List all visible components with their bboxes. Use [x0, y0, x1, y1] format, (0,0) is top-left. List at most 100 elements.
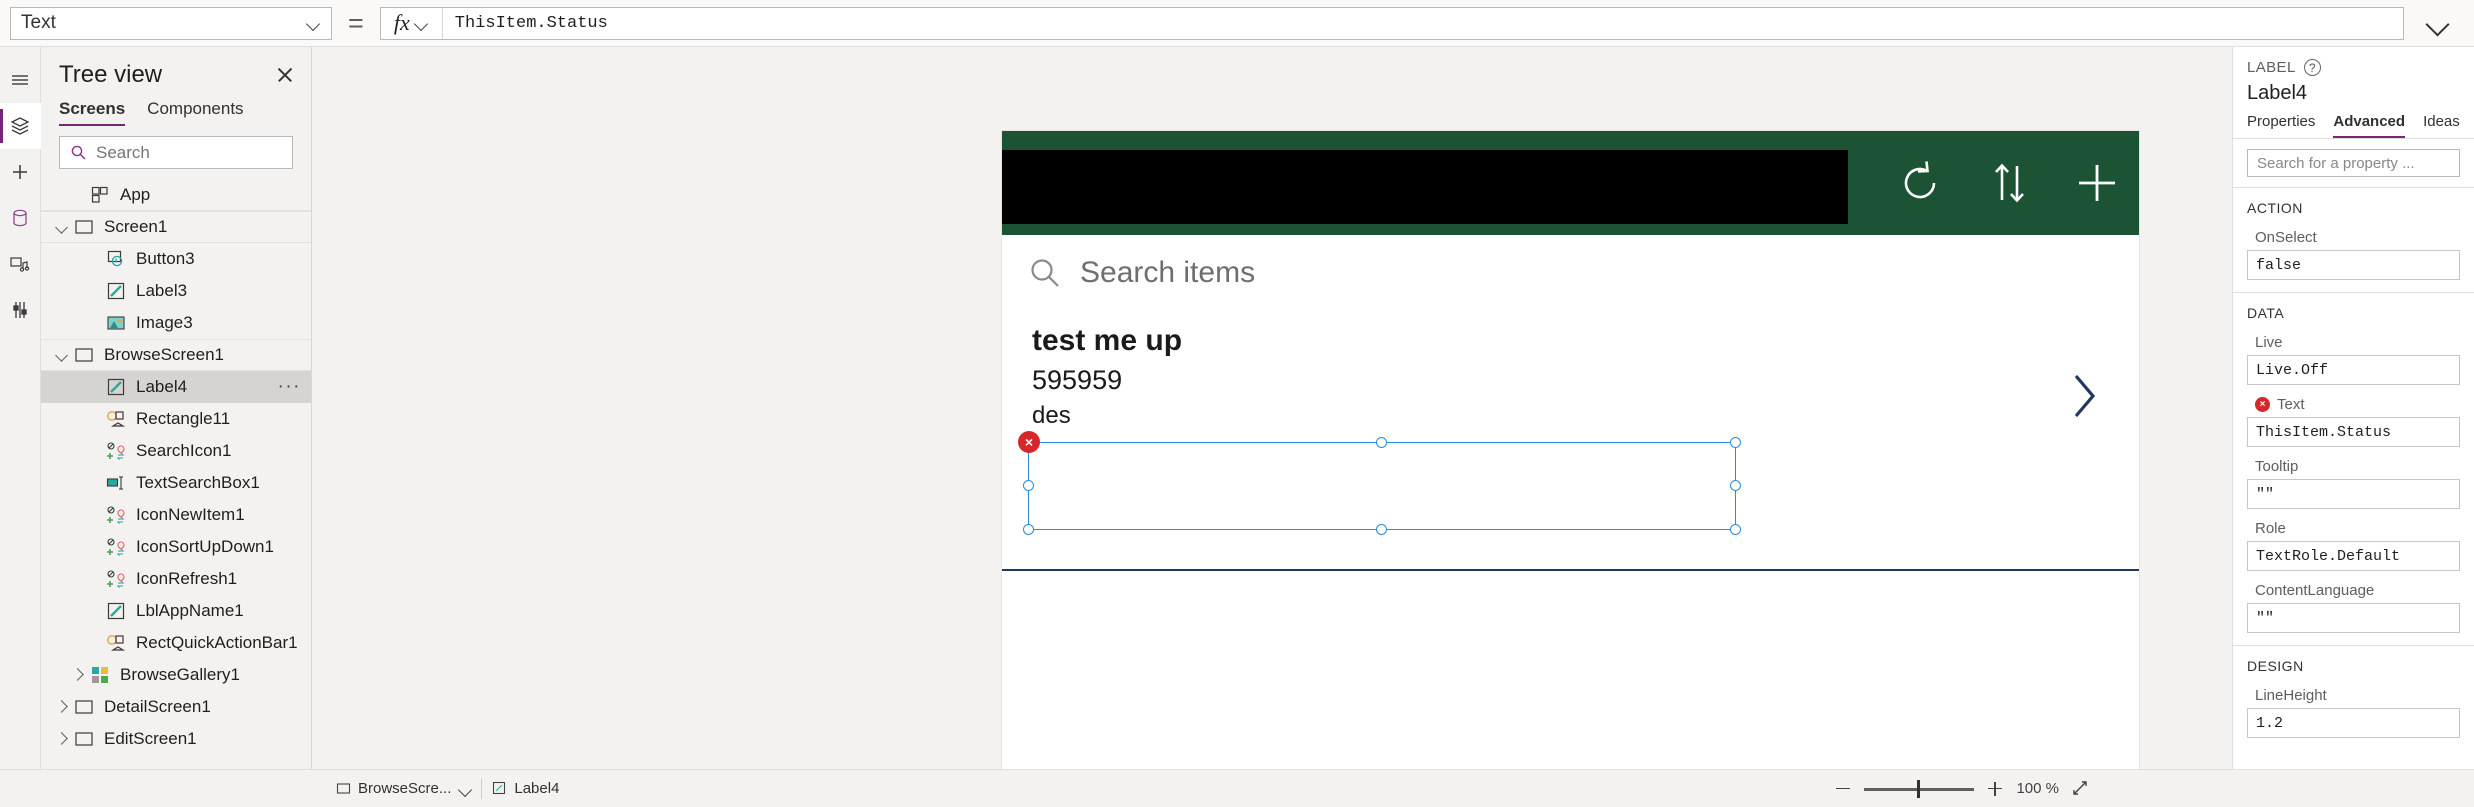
fx-icon: fx — [393, 10, 410, 35]
formula-input-wrapper[interactable]: fx ThisItem.Status — [379, 6, 2404, 40]
zoom-slider-thumb[interactable] — [1917, 779, 1920, 798]
tree-item-rectquickactionbar1[interactable]: RectQuickActionBar1 — [41, 627, 311, 659]
chevron-down-icon[interactable] — [51, 344, 73, 366]
tree-item-screen1[interactable]: Screen1 — [41, 211, 311, 243]
tree-search-input[interactable]: Search — [59, 136, 293, 169]
tree-view-tabs: Screens Components — [41, 95, 311, 126]
tree-item-editscreen1[interactable]: EditScreen1 — [41, 723, 311, 755]
property-field-tooltip: Tooltip "" — [2233, 449, 2474, 511]
search-bar[interactable]: Search items — [1002, 235, 2139, 310]
resize-handle-bottom-left[interactable] — [1023, 524, 1034, 535]
tree-item-lblappname1[interactable]: LblAppName1 — [41, 595, 311, 627]
tab-properties[interactable]: Properties — [2247, 113, 2315, 138]
property-select[interactable]: Text — [10, 6, 332, 40]
tree-item-label: LblAppName1 — [136, 601, 244, 620]
help-icon[interactable]: ? — [2303, 59, 2321, 76]
insert-icon[interactable] — [0, 149, 41, 195]
zoom-in-button[interactable] — [1985, 779, 2005, 799]
refresh-icon[interactable] — [1893, 156, 1947, 210]
resize-handle-bottom-right[interactable] — [1730, 524, 1741, 535]
tab-screens[interactable]: Screens — [59, 99, 126, 126]
chevron-down-icon[interactable] — [51, 216, 73, 238]
screen-icon — [73, 216, 95, 238]
property-search-wrapper: Search for a property ... — [2233, 139, 2474, 188]
chevron-down-icon[interactable] — [458, 782, 471, 795]
property-label: OnSelect — [2255, 229, 2317, 246]
chevron-down-icon — [414, 16, 429, 31]
sort-updown-icon[interactable] — [1989, 156, 2029, 210]
data-icon[interactable] — [0, 195, 41, 241]
properties-panel: LABEL ? Label4 Properties Advanced Ideas… — [2232, 47, 2474, 769]
zoom-slider[interactable] — [1864, 779, 1975, 799]
tab-advanced[interactable]: Advanced — [2333, 113, 2405, 138]
chevron-right-icon[interactable] — [51, 728, 73, 750]
resize-handle-top-right[interactable] — [1730, 437, 1741, 448]
settings-icon[interactable] — [0, 287, 41, 333]
tree-item-detailscreen1[interactable]: DetailScreen1 — [41, 691, 311, 723]
tree-twisty-spacer — [83, 376, 105, 398]
tree-search-wrapper: Search — [41, 126, 311, 177]
tree-item-label4[interactable]: Label4 ··· — [41, 371, 311, 403]
status-control-chip[interactable]: Label4 — [482, 776, 569, 802]
tree-item-more-icon[interactable]: ··· — [278, 376, 301, 398]
hamburger-menu-icon[interactable] — [0, 57, 41, 103]
fit-to-screen-icon[interactable] — [2070, 778, 2092, 800]
chevron-down-icon — [2425, 10, 2451, 36]
tree-item-label3[interactable]: Label3 — [41, 275, 311, 307]
canvas-area[interactable]: Search items test me up 595959 des × — [312, 47, 2232, 769]
label-icon — [493, 781, 506, 795]
icon-icon — [105, 568, 127, 590]
browse-gallery[interactable]: test me up 595959 des × — [1002, 310, 2139, 571]
left-rail — [0, 47, 41, 769]
close-icon[interactable] — [273, 63, 297, 87]
add-new-item-icon[interactable] — [2071, 156, 2123, 210]
zoom-out-button[interactable] — [1833, 779, 1853, 799]
gallery-item[interactable]: test me up 595959 des — [1002, 322, 2139, 431]
tree-item-iconrefresh1[interactable]: IconRefresh1 — [41, 563, 311, 595]
media-icon[interactable] — [0, 241, 41, 287]
tree-item-iconnewitem1[interactable]: IconNewItem1 — [41, 499, 311, 531]
label-icon — [105, 600, 127, 622]
property-error-icon[interactable]: × — [2255, 397, 2270, 412]
editor-body: Tree view Screens Components Search App S… — [0, 47, 2474, 769]
tree-view-icon[interactable] — [0, 103, 41, 149]
tree-list: App Screen1 Button3 Label3 Image3 BrowseScree… — [41, 177, 311, 769]
control-error-badge[interactable]: × — [1018, 431, 1040, 453]
tree-item-button3[interactable]: Button3 — [41, 243, 311, 275]
next-item-chevron-icon[interactable] — [2067, 368, 2101, 429]
property-search-input[interactable]: Search for a property ... — [2247, 149, 2460, 177]
chevron-right-icon[interactable] — [51, 696, 73, 718]
tree-item-label: App — [120, 184, 151, 204]
property-field-role: Role TextRole.Default — [2233, 511, 2474, 573]
resize-handle-middle-right[interactable] — [1730, 480, 1741, 491]
tree-item-textsearchbox1[interactable]: TextSearchBox1 — [41, 467, 311, 499]
tab-ideas[interactable]: Ideas — [2423, 113, 2460, 138]
property-value-input[interactable]: "" — [2247, 479, 2460, 509]
resize-handle-top-center[interactable] — [1376, 437, 1387, 448]
resize-handle-bottom-center[interactable] — [1376, 524, 1387, 535]
tree-item-iconsortupdown1[interactable]: IconSortUpDown1 — [41, 531, 311, 563]
tree-item-browsescreen1[interactable]: BrowseScreen1 — [41, 339, 311, 371]
tree-item-browsegallery1[interactable]: BrowseGallery1 — [41, 659, 311, 691]
tree-item-app[interactable]: App — [41, 179, 311, 211]
resize-handle-middle-left[interactable] — [1023, 480, 1034, 491]
tree-item-searchicon1[interactable]: SearchIcon1 — [41, 435, 311, 467]
property-value-input[interactable]: false — [2247, 250, 2460, 280]
property-value-input[interactable]: "" — [2247, 603, 2460, 633]
status-screen-chip[interactable]: BrowseScre... — [326, 776, 481, 802]
zoom-value: 100 % — [2016, 780, 2059, 797]
app-preview[interactable]: Search items test me up 595959 des × — [1002, 131, 2139, 769]
property-value-input[interactable]: ThisItem.Status — [2247, 417, 2460, 447]
chevron-right-icon[interactable] — [67, 664, 89, 686]
property-value-input[interactable]: 1.2 — [2247, 708, 2460, 738]
tree-item-rectangle11[interactable]: Rectangle11 — [41, 403, 311, 435]
property-value-input[interactable]: Live.Off — [2247, 355, 2460, 385]
property-value-input[interactable]: TextRole.Default — [2247, 541, 2460, 571]
expand-formula-bar-button[interactable] — [2412, 10, 2464, 36]
fx-button[interactable]: fx — [381, 7, 443, 39]
tab-components[interactable]: Components — [147, 99, 243, 126]
button-icon — [105, 248, 127, 270]
tree-item-label: Label3 — [136, 281, 188, 300]
formula-input[interactable]: ThisItem.Status — [443, 14, 2403, 33]
tree-item-image3[interactable]: Image3 — [41, 307, 311, 339]
